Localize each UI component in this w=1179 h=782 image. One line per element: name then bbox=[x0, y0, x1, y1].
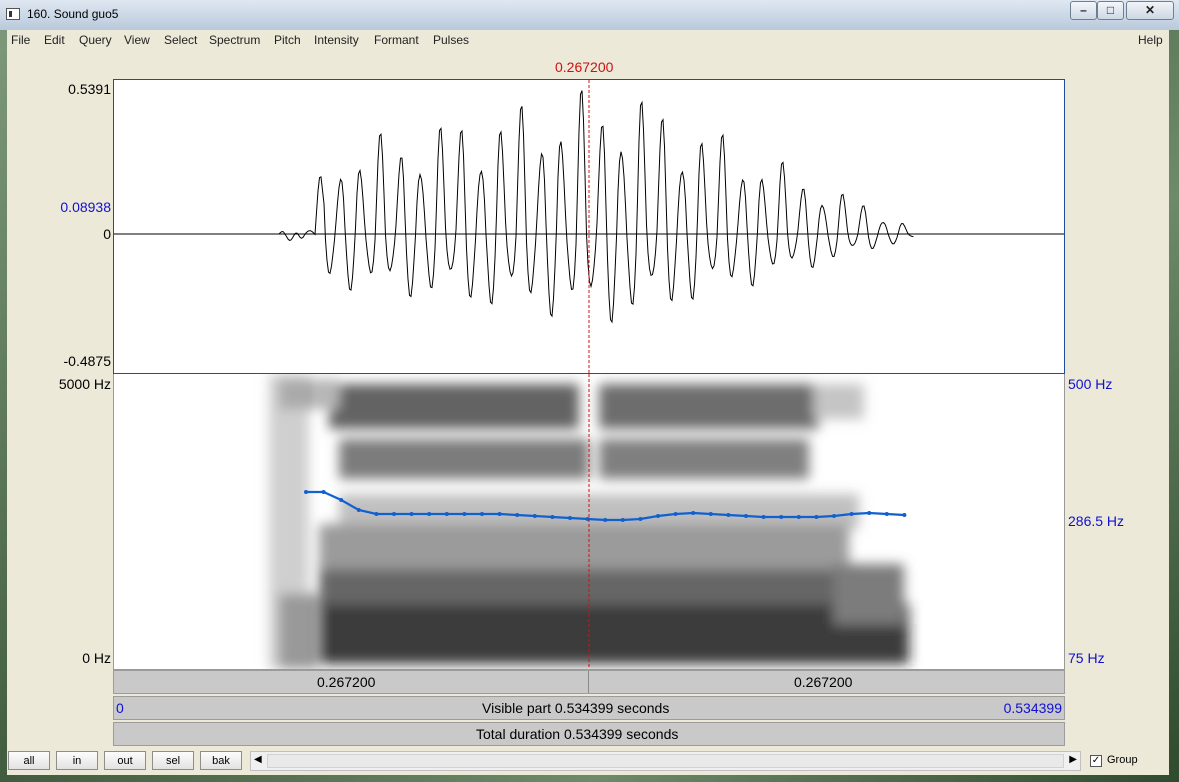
cursor-time-label: 0.267200 bbox=[555, 59, 614, 75]
spectrogram-striations bbox=[314, 374, 914, 669]
pitch-point bbox=[374, 512, 379, 516]
menu-bar: File Edit Query View Select Spectrum Pit… bbox=[7, 30, 1169, 50]
menu-select[interactable]: Select bbox=[164, 33, 197, 47]
pitch-point bbox=[884, 512, 889, 516]
pitch-point bbox=[392, 512, 396, 516]
pitch-point bbox=[620, 518, 625, 522]
menu-formant[interactable]: Formant bbox=[374, 33, 419, 47]
waveform-panel[interactable] bbox=[113, 79, 1065, 374]
pitch-point bbox=[356, 508, 361, 512]
editor-client-area: File Edit Query View Select Spectrum Pit… bbox=[7, 30, 1169, 775]
menu-spectrum[interactable]: Spectrum bbox=[209, 33, 260, 47]
title-bar[interactable]: 160. Sound guo5 – □ ✕ bbox=[0, 0, 1179, 30]
pitch-point bbox=[568, 516, 572, 520]
app-icon bbox=[6, 8, 20, 20]
pitch-point bbox=[708, 512, 713, 516]
waveform-plot bbox=[114, 80, 1064, 373]
pitch-point bbox=[339, 498, 344, 502]
pitch-point bbox=[409, 512, 414, 516]
visible-part-bar[interactable]: 0 Visible part 0.534399 seconds 0.534399 bbox=[113, 696, 1065, 720]
menu-help[interactable]: Help bbox=[1138, 33, 1163, 47]
visible-part-text: Visible part 0.534399 seconds bbox=[482, 700, 670, 716]
window-title: 160. Sound guo5 bbox=[27, 7, 119, 21]
pitch-point bbox=[444, 512, 449, 516]
pitch-point bbox=[427, 512, 432, 516]
spectrogram-plot bbox=[269, 374, 914, 669]
pitch-point bbox=[304, 490, 308, 494]
time-bar-right-label: 0.267200 bbox=[794, 674, 853, 690]
total-duration-bar[interactable]: Total duration 0.534399 seconds bbox=[113, 722, 1065, 746]
menu-intensity[interactable]: Intensity bbox=[314, 33, 359, 47]
pitch-point bbox=[744, 514, 748, 518]
maximize-button[interactable]: □ bbox=[1097, 1, 1124, 20]
pitch-top-label: 500 Hz bbox=[1068, 376, 1113, 392]
pitch-point bbox=[779, 515, 784, 519]
spectrogram-freq-top: 5000 Hz bbox=[58, 376, 111, 392]
total-duration-text: Total duration 0.534399 seconds bbox=[476, 726, 679, 742]
scroll-right-arrow-icon[interactable]: ▶ bbox=[1069, 754, 1077, 765]
group-checkbox[interactable]: ✓ bbox=[1090, 755, 1102, 767]
spectrogram-panel[interactable] bbox=[113, 374, 1065, 670]
pitch-point bbox=[321, 490, 326, 494]
scroll-thumb[interactable] bbox=[267, 754, 1064, 768]
zoom-back-button[interactable]: bak bbox=[200, 751, 242, 770]
zoom-sel-button[interactable]: sel bbox=[152, 751, 194, 770]
pitch-point bbox=[497, 512, 502, 516]
pitch-point bbox=[691, 511, 696, 515]
waveform-cursor-value: 0.08938 bbox=[60, 199, 111, 215]
pitch-point bbox=[902, 513, 907, 517]
pitch-cursor-value: 286.5 Hz bbox=[1068, 513, 1125, 529]
waveform-zero-label: 0 bbox=[103, 226, 111, 242]
pitch-point bbox=[532, 514, 537, 518]
visible-end-label: 0.534399 bbox=[1003, 700, 1062, 716]
group-label: Group bbox=[1107, 754, 1138, 766]
waveform-trace bbox=[278, 90, 914, 324]
menu-view[interactable]: View bbox=[124, 33, 150, 47]
menu-edit[interactable]: Edit bbox=[44, 33, 65, 47]
pitch-point bbox=[726, 513, 731, 517]
menu-file[interactable]: File bbox=[11, 33, 30, 47]
time-scrollbar[interactable]: ◀ ▶ bbox=[250, 751, 1081, 771]
pitch-point bbox=[867, 511, 872, 515]
pitch-point bbox=[656, 514, 660, 518]
pitch-point bbox=[603, 518, 608, 522]
pitch-point bbox=[796, 515, 801, 519]
pitch-point bbox=[832, 514, 836, 518]
cursor-time-bar[interactable]: 0.267200 0.267200 bbox=[113, 670, 1065, 694]
scroll-left-arrow-icon[interactable]: ◀ bbox=[254, 754, 262, 765]
pitch-point bbox=[849, 512, 854, 516]
zoom-in-button[interactable]: in bbox=[56, 751, 98, 770]
pitch-point bbox=[515, 513, 520, 517]
pitch-point bbox=[550, 515, 555, 519]
time-bar-left-label: 0.267200 bbox=[317, 674, 376, 690]
pitch-point bbox=[673, 512, 678, 516]
pitch-bottom-label: 75 Hz bbox=[1068, 650, 1105, 666]
zoom-out-button[interactable]: out bbox=[104, 751, 146, 770]
spectrogram-freq-bottom: 0 Hz bbox=[82, 650, 111, 666]
time-bar-divider bbox=[588, 671, 589, 693]
close-button[interactable]: ✕ bbox=[1126, 1, 1174, 20]
pitch-point bbox=[638, 517, 643, 521]
visible-start-label: 0 bbox=[116, 700, 124, 716]
sound-editor-window: 160. Sound guo5 – □ ✕ File Edit Query Vi… bbox=[0, 0, 1179, 782]
pitch-point bbox=[761, 515, 766, 519]
pitch-point bbox=[814, 515, 819, 519]
menu-pitch[interactable]: Pitch bbox=[274, 33, 301, 47]
zoom-all-button[interactable]: all bbox=[8, 751, 50, 770]
waveform-ymin-label: -0.4875 bbox=[63, 353, 111, 369]
pitch-point bbox=[480, 512, 484, 516]
menu-query[interactable]: Query bbox=[79, 33, 112, 47]
pitch-point bbox=[462, 512, 467, 516]
menu-pulses[interactable]: Pulses bbox=[433, 33, 469, 47]
waveform-ymax-label: 0.5391 bbox=[68, 81, 111, 97]
minimize-button[interactable]: – bbox=[1070, 1, 1097, 20]
